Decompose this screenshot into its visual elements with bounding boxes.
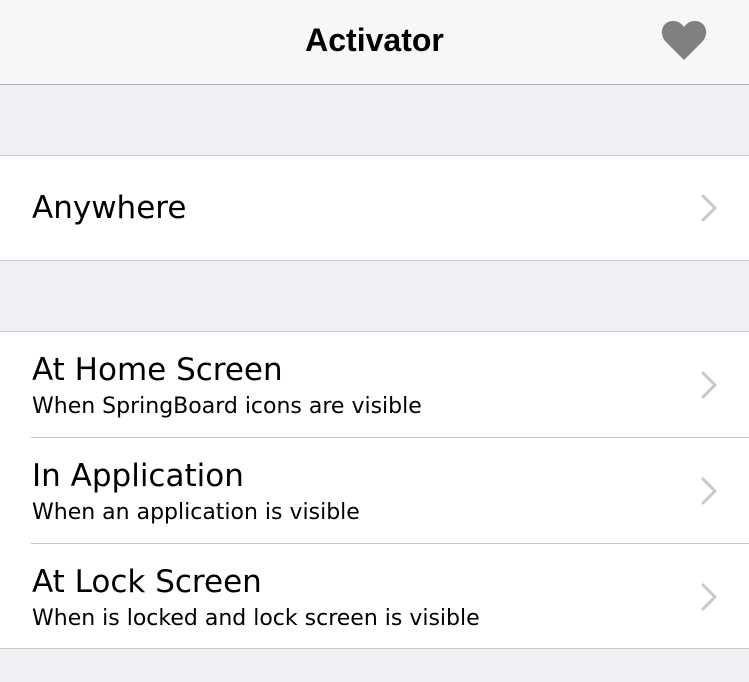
heart-icon[interactable]	[660, 18, 708, 62]
chevron-right-icon	[701, 194, 717, 222]
cell-title: At Home Screen	[32, 352, 283, 388]
cell-anywhere[interactable]: Anywhere	[0, 156, 749, 260]
cell-at-home-screen[interactable]: At Home Screen When SpringBoard icons ar…	[0, 332, 749, 438]
cell-subtitle: When SpringBoard icons are visible	[32, 394, 422, 419]
chevron-right-icon	[701, 477, 717, 505]
cell-title: At Lock Screen	[32, 564, 262, 600]
cell-title: Anywhere	[32, 190, 187, 226]
section-contexts: At Home Screen When SpringBoard icons ar…	[0, 331, 749, 649]
chevron-right-icon	[701, 583, 717, 611]
cell-title: In Application	[32, 458, 244, 494]
cell-subtitle: When an application is visible	[32, 500, 360, 525]
section-anywhere: Anywhere	[0, 155, 749, 261]
cell-in-application[interactable]: In Application When an application is vi…	[0, 438, 749, 544]
cell-subtitle: When is locked and lock screen is visibl…	[32, 606, 480, 631]
chevron-right-icon	[701, 371, 717, 399]
cell-at-lock-screen[interactable]: At Lock Screen When is locked and lock s…	[0, 544, 749, 648]
navigation-bar: Activator	[0, 0, 749, 85]
page-title: Activator	[305, 22, 444, 58]
